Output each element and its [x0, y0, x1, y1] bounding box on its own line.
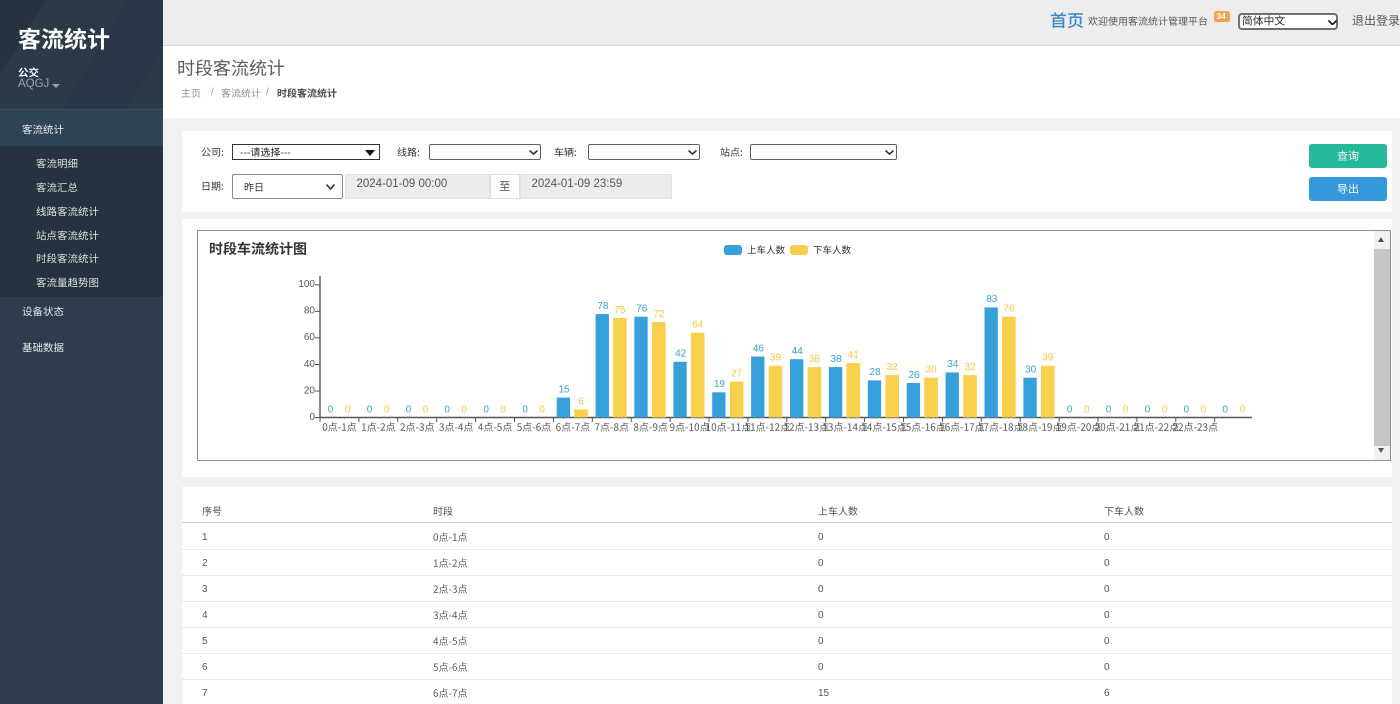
svg-text:100: 100	[298, 279, 315, 290]
svg-text:0: 0	[462, 404, 468, 415]
svg-text:0: 0	[345, 404, 351, 415]
svg-text:76: 76	[1003, 304, 1015, 315]
svg-text:0: 0	[444, 404, 450, 415]
svg-text:26: 26	[908, 370, 920, 381]
svg-text:64: 64	[692, 319, 704, 330]
svg-text:0: 0	[1184, 404, 1190, 415]
svg-text:34: 34	[947, 359, 959, 370]
svg-text:19: 19	[714, 379, 726, 390]
svg-text:0: 0	[367, 404, 373, 415]
svg-text:80: 80	[304, 306, 316, 317]
svg-text:0: 0	[500, 404, 506, 415]
svg-text:60: 60	[304, 332, 316, 343]
svg-text:0: 0	[328, 404, 334, 415]
svg-text:39: 39	[1042, 353, 1054, 364]
svg-text:28: 28	[870, 367, 882, 378]
svg-text:32: 32	[964, 362, 976, 373]
svg-text:0: 0	[1067, 404, 1073, 415]
svg-text:0: 0	[1123, 404, 1129, 415]
svg-text:44: 44	[792, 346, 804, 357]
svg-text:42: 42	[675, 349, 687, 360]
svg-text:0: 0	[483, 404, 489, 415]
svg-text:0: 0	[1145, 404, 1151, 415]
svg-text:83: 83	[986, 294, 998, 305]
svg-text:0: 0	[1084, 404, 1090, 415]
svg-text:72: 72	[653, 309, 665, 320]
svg-text:15: 15	[558, 384, 570, 395]
svg-text:30: 30	[926, 365, 938, 376]
svg-text:38: 38	[809, 354, 821, 365]
svg-text:32: 32	[887, 362, 899, 373]
svg-text:0: 0	[1106, 404, 1112, 415]
svg-text:46: 46	[753, 343, 765, 354]
svg-text:27: 27	[731, 369, 743, 380]
svg-text:0: 0	[1201, 404, 1207, 415]
svg-text:30: 30	[1025, 365, 1037, 376]
svg-text:39: 39	[770, 353, 782, 364]
svg-text:0: 0	[309, 412, 315, 423]
svg-text:20: 20	[304, 385, 316, 396]
svg-text:38: 38	[831, 354, 843, 365]
svg-text:40: 40	[304, 359, 316, 370]
svg-text:0: 0	[522, 404, 528, 415]
svg-text:0: 0	[1162, 404, 1168, 415]
svg-text:0: 0	[406, 404, 412, 415]
svg-text:6: 6	[578, 396, 584, 407]
svg-text:76: 76	[636, 304, 648, 315]
svg-text:0: 0	[1222, 404, 1228, 415]
svg-text:41: 41	[848, 350, 860, 361]
svg-text:0: 0	[539, 404, 545, 415]
svg-text:75: 75	[614, 305, 626, 316]
svg-text:78: 78	[597, 301, 609, 312]
svg-text:0: 0	[384, 404, 390, 415]
svg-text:0: 0	[423, 404, 429, 415]
svg-text:0: 0	[1240, 404, 1246, 415]
